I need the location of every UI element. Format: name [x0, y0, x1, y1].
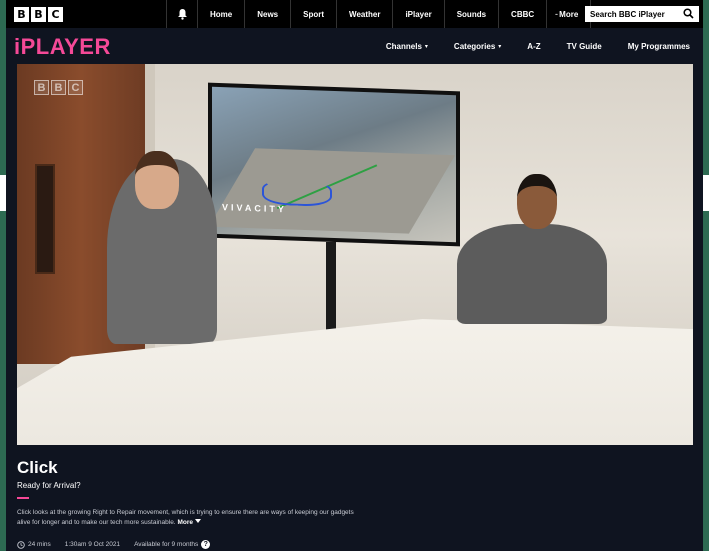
nav-weather[interactable]: Weather	[337, 0, 394, 28]
more-label: More	[177, 519, 193, 526]
scene-door-window	[35, 164, 55, 274]
bbc-logo-letter: B	[14, 6, 29, 22]
bbc-logo-letter: C	[48, 6, 63, 22]
search-placeholder: Search BBC iPlayer	[590, 9, 665, 19]
scene-road	[212, 148, 456, 234]
nav-a-z[interactable]: A-Z	[514, 42, 553, 51]
nav-categories-label: Categories	[453, 41, 496, 51]
clock-icon	[17, 540, 25, 549]
chevron-down-icon	[194, 519, 201, 523]
notifications-button[interactable]	[166, 0, 198, 28]
search-input[interactable]: Search BBC iPlayer	[585, 6, 699, 22]
scene-guest-right	[457, 174, 607, 324]
bbc-logo[interactable]: B B C	[14, 6, 63, 22]
nav-sounds[interactable]: Sounds	[445, 0, 500, 28]
watermark-letter: B	[51, 80, 66, 95]
iplayer-logo[interactable]: iPLAYER	[14, 34, 111, 60]
watermark-letter: B	[34, 80, 49, 95]
iplayer-header: iPLAYER Channels ▾ Categories ▾ A-Z TV G…	[6, 28, 703, 64]
nav-home[interactable]: Home	[198, 0, 246, 28]
programme-title: Click	[17, 458, 58, 477]
availability-text: Available for 9 months	[134, 541, 199, 548]
browser-frame: B B C Home News Sport Weather iPlayer So…	[6, 0, 703, 551]
nav-my-programmes[interactable]: My Programmes	[615, 42, 703, 51]
episode-description: Click looks at the growing Right to Repa…	[17, 508, 367, 528]
info-icon[interactable]: ?	[201, 540, 211, 549]
iplayer-nav: Channels ▾ Categories ▾ A-Z TV Guide My …	[373, 28, 703, 64]
nav-sport[interactable]: Sport	[291, 0, 338, 28]
search-icon[interactable]	[683, 8, 694, 19]
scene-presenter-left	[107, 151, 217, 344]
availability: Available for 9 months ?	[134, 540, 211, 549]
scene-tv-screen: VIVACITY	[212, 86, 456, 243]
scene-tv: VIVACITY	[208, 82, 460, 247]
bbc-watermark: B B C	[34, 80, 83, 95]
chevron-down-icon: ▾	[424, 43, 428, 50]
scene-blue-track	[262, 178, 332, 207]
bbc-logo-letter: B	[31, 6, 46, 22]
broadcast-time: 1:30am 9 Oct 2021	[64, 541, 121, 548]
nav-categories[interactable]: Categories ▾	[441, 42, 514, 51]
scene-presenter-left-head	[135, 151, 179, 209]
episode-title: Ready for Arrival?	[17, 481, 81, 490]
duration-text: 24 mins	[28, 541, 51, 548]
nav-tv-guide[interactable]: TV Guide	[554, 42, 615, 51]
nav-news[interactable]: News	[245, 0, 292, 28]
bbc-top-navigation: B B C Home News Sport Weather iPlayer So…	[6, 0, 703, 28]
nav-cbbc[interactable]: CBBC	[499, 0, 548, 28]
nav-more-dash: -	[555, 9, 558, 19]
bell-icon	[177, 9, 187, 20]
chevron-down-icon: ▾	[498, 43, 502, 50]
nav-channels[interactable]: Channels ▾	[373, 42, 441, 51]
episode-metadata: 24 mins 1:30am 9 Oct 2021 Available for …	[17, 540, 211, 549]
watermark-letter: C	[68, 80, 83, 95]
accent-divider	[17, 497, 29, 499]
duration: 24 mins	[17, 540, 51, 549]
nav-channels-label: Channels	[385, 41, 422, 51]
more-button[interactable]: More	[177, 519, 201, 526]
bbc-nav-links: Home News Sport Weather iPlayer Sounds C…	[198, 0, 592, 28]
scene-guest-right-head	[517, 174, 557, 229]
nav-iplayer[interactable]: iPlayer	[393, 0, 445, 28]
video-player[interactable]: B B C VIVACITY	[17, 64, 693, 445]
